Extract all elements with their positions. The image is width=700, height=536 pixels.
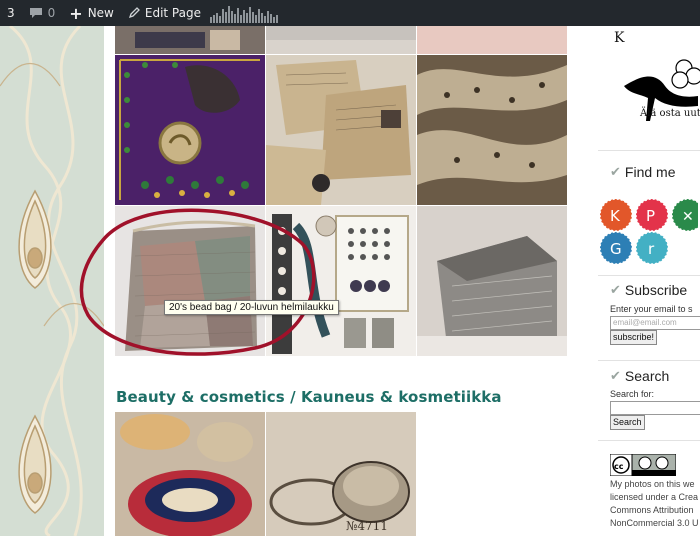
divider [598, 360, 700, 361]
divider [598, 440, 700, 441]
checkmark-icon: ✔ [610, 282, 621, 297]
pencil-icon [128, 7, 140, 19]
license-line-1: My photos on this we [610, 479, 695, 489]
gallery-thumbnail-brooches[interactable] [115, 55, 265, 205]
gallery-thumbnail-bead-bag[interactable] [115, 206, 265, 356]
shop-logo[interactable]: K Älä osta uutt [610, 26, 700, 138]
search-title: ✔ Search [610, 368, 670, 384]
image-tooltip: 20's bead bag / 20-luvun helmilaukku [164, 300, 339, 315]
comment-bubble-icon [29, 7, 43, 19]
social-icons: K P ✕ G r [599, 198, 698, 265]
divider [598, 275, 700, 276]
gallery-thumbnail-tins[interactable] [115, 412, 265, 536]
comments-menu[interactable]: 0 [22, 0, 63, 26]
admin-bar: 3 0 + New Edit Page [0, 0, 700, 26]
section-heading-beauty[interactable]: Beauty & cosmetics / Kauneus & kosmetiik… [116, 388, 502, 406]
creative-commons-badge-icon[interactable]: cc [610, 454, 676, 476]
find-me-title: ✔ Find me [610, 164, 676, 180]
subscribe-title: ✔ Subscribe [610, 282, 688, 298]
plus-icon: + [69, 3, 83, 23]
gallery-thumbnail[interactable] [115, 26, 265, 54]
license-line-3[interactable]: Commons Attribution [610, 505, 694, 515]
logo-top-letters: K [614, 30, 625, 46]
edit-page-link[interactable]: Edit Page [121, 0, 208, 26]
license-line-4[interactable]: NonCommercial 3.0 U [610, 518, 699, 528]
my-sites-menu[interactable]: 3 [0, 0, 22, 26]
svg-text:r: r [648, 240, 655, 258]
svg-text:P: P [646, 207, 655, 225]
svg-text:cc: cc [614, 462, 624, 471]
gallery-thumbnail[interactable] [417, 26, 567, 54]
decorative-wallpaper [0, 26, 104, 536]
pinterest-icon[interactable]: P [635, 198, 669, 232]
comments-count: 0 [47, 6, 56, 20]
checkmark-icon: ✔ [610, 368, 621, 383]
gallery-thumbnail-mesh-purse[interactable] [417, 206, 567, 356]
kuvaton-social-icon[interactable]: K [599, 198, 633, 232]
subscribe-button[interactable]: subscribe! [610, 330, 658, 345]
new-label: New [87, 6, 114, 20]
search-input[interactable] [610, 401, 700, 415]
gallery-thumbnail-lace[interactable] [417, 55, 567, 205]
subscribe-prompt: Enter your email to s [610, 304, 693, 314]
stats-sparkline[interactable] [208, 0, 289, 26]
checkmark-icon: ✔ [610, 164, 621, 179]
gallery-thumbnail[interactable] [266, 26, 416, 54]
svg-text:№4711: №4711 [346, 519, 388, 533]
subscribe-email-input[interactable]: email@email.com [610, 316, 700, 330]
gallery-thumbnail-buttons[interactable] [266, 206, 416, 356]
divider [598, 150, 700, 151]
google-icon[interactable]: G [599, 231, 633, 265]
edit-page-label: Edit Page [144, 6, 201, 20]
search-button[interactable]: Search [610, 415, 645, 430]
logo-tagline: Älä osta uutt [640, 108, 700, 119]
gallery-thumbnail-letters[interactable] [266, 55, 416, 205]
stats-sparkline-icon [209, 6, 278, 23]
license-line-2[interactable]: licensed under a Crea [610, 492, 698, 502]
site-count: 3 [7, 6, 15, 20]
x-social-icon[interactable]: ✕ [671, 198, 698, 232]
new-content-menu[interactable]: + New [62, 0, 121, 26]
svg-text:G: G [610, 240, 622, 258]
rss-icon[interactable]: r [635, 231, 669, 265]
search-for-label: Search for: [610, 389, 655, 399]
gallery-thumbnail-4711-ad[interactable]: №4711 [266, 412, 416, 536]
flower-icon [671, 59, 700, 89]
svg-text:✕: ✕ [682, 209, 694, 225]
svg-text:K: K [610, 207, 621, 225]
